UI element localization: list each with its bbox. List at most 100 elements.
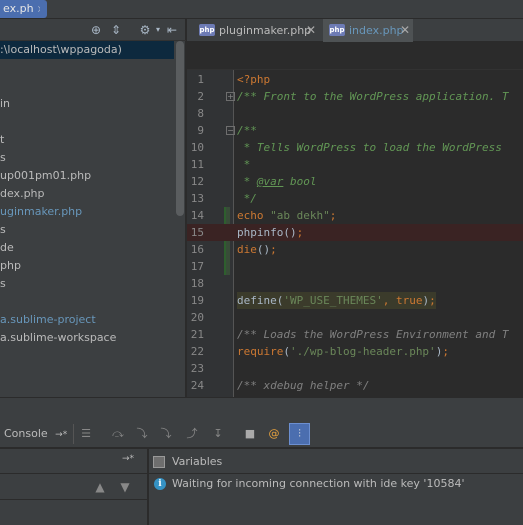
line-number: 22 [190,345,204,358]
code-text: require('./wp-blog-header.php'); [237,343,449,360]
code-line[interactable]: 13 */ [187,190,523,207]
line-number: 13 [190,192,204,205]
code-text: * @var bool [237,173,317,190]
target-icon[interactable]: ⊕ [88,22,104,38]
code-line[interactable]: 18 [187,275,523,292]
frames-pin-icon[interactable]: →* [122,454,134,464]
tree-item[interactable] [0,77,174,95]
tree-item-label: a.sublime-project [0,313,96,326]
frames-header: →* [0,449,148,474]
tree-item[interactable]: php [0,257,174,275]
code-line[interactable]: 24 /** xdebug helper */ [187,377,523,394]
step-out-icon[interactable]: ⤴ [184,426,200,442]
show-execution-point-icon[interactable]: ☰ [78,426,94,442]
code-token: ; [442,345,449,358]
code-text: */ [237,190,257,207]
code-token: ; [270,243,277,256]
code-token: /** [237,124,257,137]
line-number: 18 [190,277,204,290]
tree-item-label: up001pm01.php [0,169,92,182]
code-token: "ab dekh" [270,209,330,222]
code-editor[interactable]: + − 1 <?php 2/** Front to the WordPress app… [187,43,523,397]
tree-item[interactable]: up001pm01.php [0,167,174,185]
project-scrollbar[interactable] [176,41,184,216]
console-pin-icon[interactable]: →* [55,430,67,440]
tree-item[interactable]: de [0,239,174,257]
code-text: define('WP_USE_THEMES', true); [237,292,436,309]
variables-panel: Variables i Waiting for incoming connect… [149,449,523,525]
navigation-bar: ex.php [0,0,523,19]
code-line[interactable]: 17 [187,258,523,275]
code-line[interactable]: 1 <?php [187,71,523,88]
code-line[interactable]: 20 [187,309,523,326]
arrow-up-icon[interactable]: ▲ [92,479,108,495]
tree-item[interactable] [0,293,174,311]
code-line[interactable]: 15 phpinfo(); [187,224,523,241]
tree-item-label: php [0,259,21,272]
code-token: die [237,243,257,256]
watch-icon[interactable]: @ [266,426,282,442]
code-token: xdebug [263,379,304,392]
code-line[interactable]: 14 echo "ab dekh"; [187,207,523,224]
hide-icon[interactable]: ⇤ [164,22,180,38]
line-number: 11 [190,158,204,171]
tree-item[interactable]: in [0,95,174,113]
tree-item[interactable]: s [0,221,174,239]
code-token: define( [237,294,284,307]
tree-item-label: s [0,223,6,236]
code-token: /** Front to the WordPress application. … [237,90,509,103]
step-into-icon[interactable]: ⤵ [134,426,150,442]
code-line[interactable]: 10 * Tells WordPress to load the WordPre… [187,139,523,156]
step-over-icon[interactable]: ⤼ [110,426,126,442]
run-to-cursor-icon[interactable]: ↧ [210,426,226,442]
line-number: 16 [190,243,204,256]
force-step-into-icon[interactable]: ⤵ [158,426,174,442]
code-token: ; [296,226,304,239]
tree-item[interactable]: dex.php [0,185,174,203]
tree-item-label: s [0,277,6,290]
tree-item[interactable]: a.sublime-workspace [0,329,174,347]
evaluate-icon[interactable]: ■ [242,426,258,442]
tab-index[interactable]: php index.php ✕ [323,19,413,42]
line-number: 15 [190,226,204,239]
code-text: echo "ab dekh"; [237,207,336,224]
line-number: 1 [197,73,204,86]
tree-item-label: in [0,97,11,110]
project-panel: ⊕ ⇕ ⚙ ▾ ⇤ :\localhost\wppagoda) in t s up001… [0,19,186,397]
tree-item[interactable] [0,59,174,77]
code-text: * [237,156,251,173]
tree-item[interactable]: uginmaker.php [0,203,174,221]
code-line[interactable]: 22 require('./wp-blog-header.php'); [187,343,523,360]
tree-item[interactable]: a.sublime-project [0,311,174,329]
line-number: 17 [190,260,204,273]
collapse-icon[interactable]: ⇕ [108,22,124,38]
arrow-down-icon[interactable]: ▼ [117,479,133,495]
code-text: /** [237,122,257,139]
tree-item[interactable] [0,113,174,131]
code-line[interactable]: 12 * @var bool [187,173,523,190]
tab-pluginmaker[interactable]: php pluginmaker.php ✕ [193,19,320,42]
tree-item-label: dex.php [0,187,45,200]
code-token: ( [283,345,290,358]
code-line[interactable]: 2 /** Front to the WordPress application.… [187,88,523,105]
code-line[interactable]: 9 /** [187,122,523,139]
code-line[interactable]: 8 [187,105,523,122]
tab-label: pluginmaker.php [219,24,312,37]
editor-header [187,43,523,70]
code-line[interactable]: 21 /** Loads the WordPress Environment an… [187,326,523,343]
tree-item-label: uginmaker.php [0,205,83,218]
close-icon[interactable]: ✕ [400,19,410,42]
project-root[interactable]: :\localhost\wppagoda) [0,41,174,59]
tree-item[interactable]: s [0,149,174,167]
code-line[interactable]: 16 die(); [187,241,523,258]
code-line[interactable]: 11 * [187,156,523,173]
variables-view-icon[interactable]: ⫶ [289,423,310,445]
code-token: phpinfo [237,226,284,239]
code-line[interactable]: 23 [187,360,523,377]
tab-console[interactable]: Console →* [0,424,75,444]
code-line[interactable]: 19 define('WP_USE_THEMES', true); [187,292,523,309]
close-icon[interactable]: ✕ [306,19,316,42]
code-token: echo [237,209,271,222]
tree-item[interactable]: s [0,275,174,293]
tree-item[interactable]: t [0,131,174,149]
